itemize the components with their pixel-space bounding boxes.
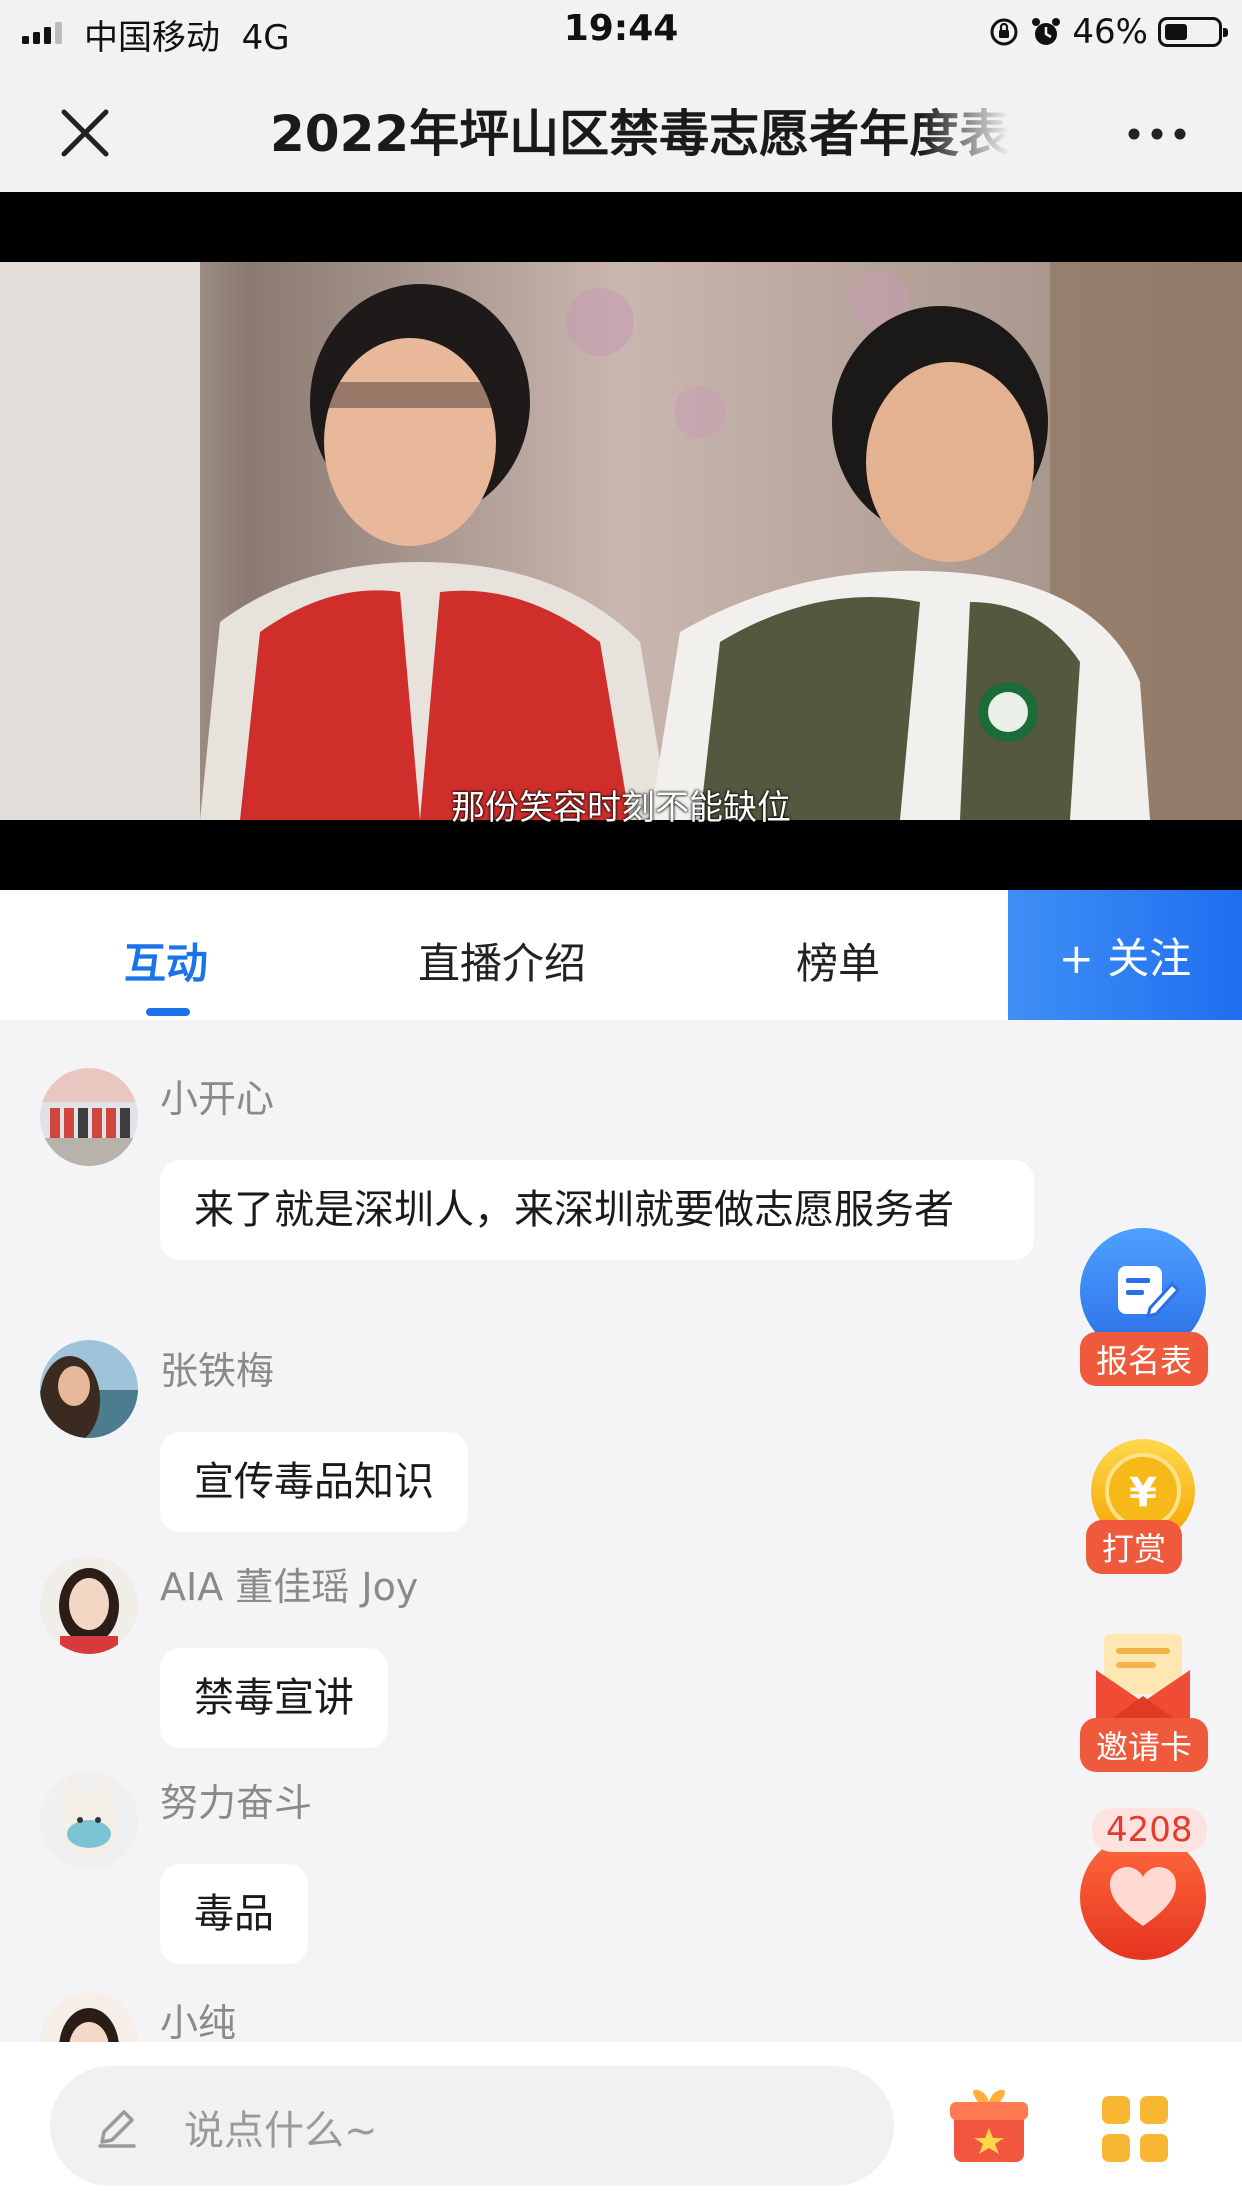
user-avatar[interactable] xyxy=(40,1068,138,1166)
invite-card-label: 邀请卡 xyxy=(1080,1718,1209,1772)
message-bubble: 来了就是深圳人，来深圳就要做志愿服务者 xyxy=(160,1160,1034,1260)
pencil-icon xyxy=(98,2110,136,2148)
close-icon[interactable] xyxy=(50,98,120,168)
comment-input[interactable]: 说点什么~ xyxy=(50,2066,894,2186)
signup-form-button[interactable]: 报名表 xyxy=(1080,1228,1209,1386)
active-tab-indicator xyxy=(146,1008,190,1016)
tab-leaderboard[interactable]: 榜单 xyxy=(796,930,880,991)
username: 小纯 xyxy=(160,2001,237,2042)
tab-interaction[interactable]: 互动 xyxy=(124,930,208,991)
user-avatar[interactable] xyxy=(40,1992,138,2042)
message-bubble: 宣传毒品知识 xyxy=(160,1432,468,1532)
user-avatar[interactable] xyxy=(40,1556,138,1654)
bottom-bar: 说点什么~ xyxy=(0,2042,1242,2208)
more-icon[interactable] xyxy=(1122,114,1192,154)
svg-text:¥: ¥ xyxy=(1129,1470,1157,1516)
title-bar: 2022年坪山区禁毒志愿者年度表 xyxy=(0,62,1242,192)
username: AIA 董佳瑶 Joy xyxy=(160,1565,419,1609)
signup-form-label: 报名表 xyxy=(1080,1332,1209,1386)
user-avatar[interactable] xyxy=(40,1340,138,1438)
page-title: 2022年坪山区禁毒志愿者年度表 xyxy=(270,105,1010,163)
reward-label: 打赏 xyxy=(1086,1520,1183,1574)
comment-placeholder: 说点什么~ xyxy=(184,2108,378,2154)
like-button[interactable]: 4208 xyxy=(1080,1808,1207,1960)
heart-icon xyxy=(1080,1834,1206,1960)
gift-icon[interactable] xyxy=(948,2086,1030,2168)
like-count: 4208 xyxy=(1092,1808,1207,1852)
video-subtitle: 那份笑容时刻不能缺位 xyxy=(451,788,791,828)
follow-button[interactable]: + 关注 xyxy=(1008,890,1242,1020)
message-bubble: 毒品 xyxy=(160,1864,308,1964)
user-avatar[interactable] xyxy=(40,1772,138,1870)
rotation-lock-icon xyxy=(990,18,1018,46)
username: 努力奋斗 xyxy=(160,1781,313,1825)
status-bar: 中国移动 4G 19:44 46% xyxy=(0,0,1242,62)
tab-live-intro[interactable]: 直播介绍 xyxy=(418,930,586,991)
video-player[interactable]: 那份笑容时刻不能缺位 xyxy=(0,192,1242,890)
apps-grid-icon[interactable] xyxy=(1100,2094,1170,2164)
battery-percent: 46% xyxy=(1072,12,1148,52)
username: 小开心 xyxy=(160,1077,275,1121)
battery-icon xyxy=(1158,17,1228,47)
video-frame-image xyxy=(0,262,1242,820)
alarm-icon xyxy=(1032,18,1061,45)
chat-list[interactable]: 小开心 来了就是深圳人，来深圳就要做志愿服务者 张铁梅 宣传毒品知识 AIA 董… xyxy=(0,1020,1242,2042)
reward-button[interactable]: ¥ 打赏 xyxy=(1086,1436,1206,1576)
invite-card-button[interactable]: 邀请卡 xyxy=(1080,1630,1209,1772)
tab-bar: 互动 直播介绍 榜单 + 关注 xyxy=(0,890,1242,1020)
message-bubble: 禁毒宣讲 xyxy=(160,1648,388,1748)
username: 张铁梅 xyxy=(160,1349,275,1393)
